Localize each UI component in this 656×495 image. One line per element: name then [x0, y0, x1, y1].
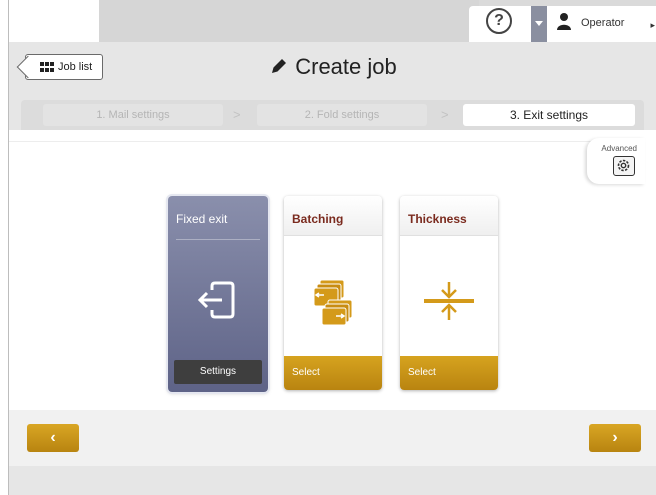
status-dropdown-button[interactable]: [531, 6, 547, 42]
gear-icon: [617, 159, 630, 172]
advanced-label: Advanced: [601, 144, 637, 153]
bottom-margin: [9, 466, 656, 495]
person-icon: [557, 13, 571, 30]
page-title-wrap: Create job: [9, 54, 656, 80]
previous-button[interactable]: ‹: [27, 424, 79, 452]
chevron-left-icon: ‹: [50, 429, 56, 446]
step-mail-settings[interactable]: 1. Mail settings: [43, 104, 223, 126]
step-exit-settings[interactable]: 3. Exit settings: [463, 104, 635, 126]
help-button[interactable]: ?: [469, 6, 531, 42]
footer-nav: ‹ ›: [9, 410, 656, 466]
select-button[interactable]: Select: [400, 356, 498, 390]
grid-icon: [40, 62, 54, 72]
card-title: Batching: [292, 212, 344, 226]
page-header: Job list Create job: [9, 42, 656, 98]
content-edge: [9, 130, 599, 142]
status-bar-left: [9, 0, 99, 42]
caret-down-icon: [535, 21, 543, 26]
card-title: Thickness: [408, 212, 467, 226]
app-frame: ? Operator ▸ Job list Create job 1. Mail…: [8, 0, 656, 495]
step-separator-icon: >: [233, 107, 241, 122]
select-button[interactable]: Select: [284, 356, 382, 390]
step-separator-icon: >: [441, 107, 449, 122]
question-circle-icon: ?: [486, 8, 512, 34]
user-menu[interactable]: Operator ▸: [547, 6, 656, 42]
card-title: Fixed exit: [176, 212, 228, 226]
step-fold-settings[interactable]: 2. Fold settings: [257, 104, 427, 126]
settings-button[interactable]: Settings: [174, 360, 262, 384]
user-name: Operator: [581, 17, 625, 29]
exit-arrow-icon: [197, 281, 235, 319]
exit-option-batching[interactable]: Batching Select: [284, 196, 382, 390]
step-progress: 1. Mail settings > 2. Fold settings > 3.…: [21, 100, 644, 130]
job-list-label: Job list: [58, 61, 93, 73]
page-title: Create job: [295, 54, 397, 79]
exit-option-fixed-exit[interactable]: Fixed exit Settings: [168, 196, 268, 392]
chevron-right-icon: ›: [612, 429, 618, 446]
exit-option-thickness[interactable]: Thickness Select: [400, 196, 498, 390]
status-bar: ? Operator ▸: [9, 0, 656, 42]
next-button[interactable]: ›: [589, 424, 641, 452]
card-divider: [176, 239, 260, 240]
batching-stack-icon: [313, 279, 353, 326]
pencil-icon: [272, 59, 287, 73]
advanced-button[interactable]: [613, 156, 635, 176]
thickness-arrows-icon: [424, 282, 474, 320]
status-bar-middle: [99, 0, 479, 42]
caret-right-icon: ▸: [650, 20, 655, 30]
main-content: Advanced Fixed exit Settings Batching Se…: [9, 130, 656, 410]
advanced-panel[interactable]: Advanced: [587, 138, 645, 184]
